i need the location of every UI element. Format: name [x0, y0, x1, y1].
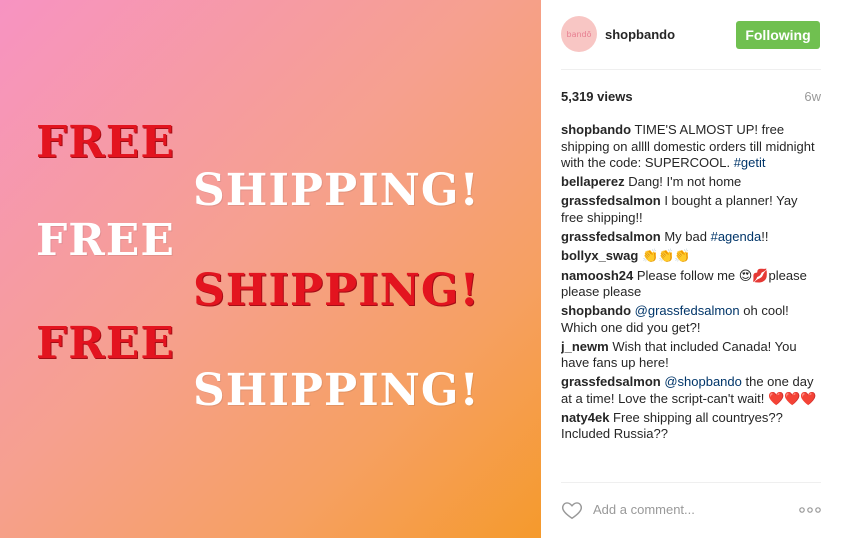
- comment-author[interactable]: namoosh24: [561, 268, 633, 283]
- comment-item: grassfedsalmon @shopbando the one day at…: [561, 374, 823, 407]
- comment-item: bellaperez Dang! I'm not home: [561, 174, 823, 191]
- comment-author[interactable]: shopbando: [561, 122, 631, 137]
- comment-bar: Add a comment...: [541, 483, 841, 538]
- promo-line-3: FREE: [36, 215, 175, 266]
- comment-text: My bad: [664, 228, 707, 244]
- post-image[interactable]: FREE SHIPPING! FREE SHIPPING! FREE SHIPP…: [0, 0, 541, 538]
- mention-link[interactable]: @grassfedsalmon: [635, 303, 740, 318]
- post-age[interactable]: 6w: [804, 89, 821, 104]
- comment-item: namoosh24 Please follow me 😍💋please plea…: [561, 268, 823, 301]
- heart-outline-icon[interactable]: [561, 499, 583, 521]
- comment-item: shopbando @grassfedsalmon oh cool! Which…: [561, 303, 823, 336]
- avatar[interactable]: bandō: [561, 16, 597, 52]
- hashtag-link[interactable]: #getit: [734, 155, 766, 170]
- comment-author[interactable]: bollyx_swag: [561, 248, 638, 263]
- add-comment-input[interactable]: Add a comment...: [593, 502, 695, 517]
- following-button[interactable]: Following: [736, 21, 820, 49]
- comment-text-tail: !!: [761, 228, 769, 244]
- comment-item: grassfedsalmon My bad #agenda!!: [561, 229, 823, 246]
- comment-item: bollyx_swag 👏👏👏: [561, 248, 823, 266]
- promo-line-4: SHIPPING!: [193, 265, 480, 316]
- comment-text: Dang! I'm not home: [628, 174, 742, 189]
- post-sidebar: bandō shopbando Following 5,319 views 6w…: [541, 0, 841, 538]
- promo-line-6: SHIPPING!: [193, 365, 480, 416]
- header-divider: [561, 69, 821, 70]
- comment-text: 👏👏👏: [641, 248, 691, 264]
- post-view: FREE SHIPPING! FREE SHIPPING! FREE SHIPP…: [0, 0, 841, 538]
- comment-author[interactable]: grassfedsalmon: [561, 229, 661, 244]
- username-link[interactable]: shopbando: [605, 27, 675, 42]
- post-header: bandō shopbando Following: [541, 0, 841, 70]
- comment-item: naty4ek Free shipping all countryes?? In…: [561, 410, 823, 443]
- promo-line-1: FREE: [36, 117, 175, 168]
- view-count: 5,319 views: [561, 89, 633, 104]
- avatar-label: bandō: [566, 29, 592, 39]
- comment-item: shopbando TIME'S ALMOST UP! free shippin…: [561, 122, 823, 172]
- comment-author[interactable]: grassfedsalmon: [561, 374, 661, 389]
- comment-item: grassfedsalmon I bought a planner! Yay f…: [561, 193, 823, 226]
- hashtag-link[interactable]: #agenda: [711, 229, 762, 244]
- promo-line-2: SHIPPING!: [193, 165, 480, 216]
- ellipsis-icon[interactable]: [799, 505, 821, 515]
- comment-author[interactable]: grassfedsalmon: [561, 193, 661, 208]
- comment-author[interactable]: j_newm: [561, 339, 609, 354]
- comment-item: j_newm Wish that included Canada! You ha…: [561, 339, 823, 372]
- comment-author[interactable]: bellaperez: [561, 174, 625, 189]
- comment-author[interactable]: naty4ek: [561, 410, 609, 425]
- comment-author[interactable]: shopbando: [561, 303, 631, 318]
- promo-line-5: FREE: [36, 318, 175, 369]
- mention-link[interactable]: @shopbando: [664, 374, 742, 389]
- comment-list: shopbando TIME'S ALMOST UP! free shippin…: [561, 122, 823, 480]
